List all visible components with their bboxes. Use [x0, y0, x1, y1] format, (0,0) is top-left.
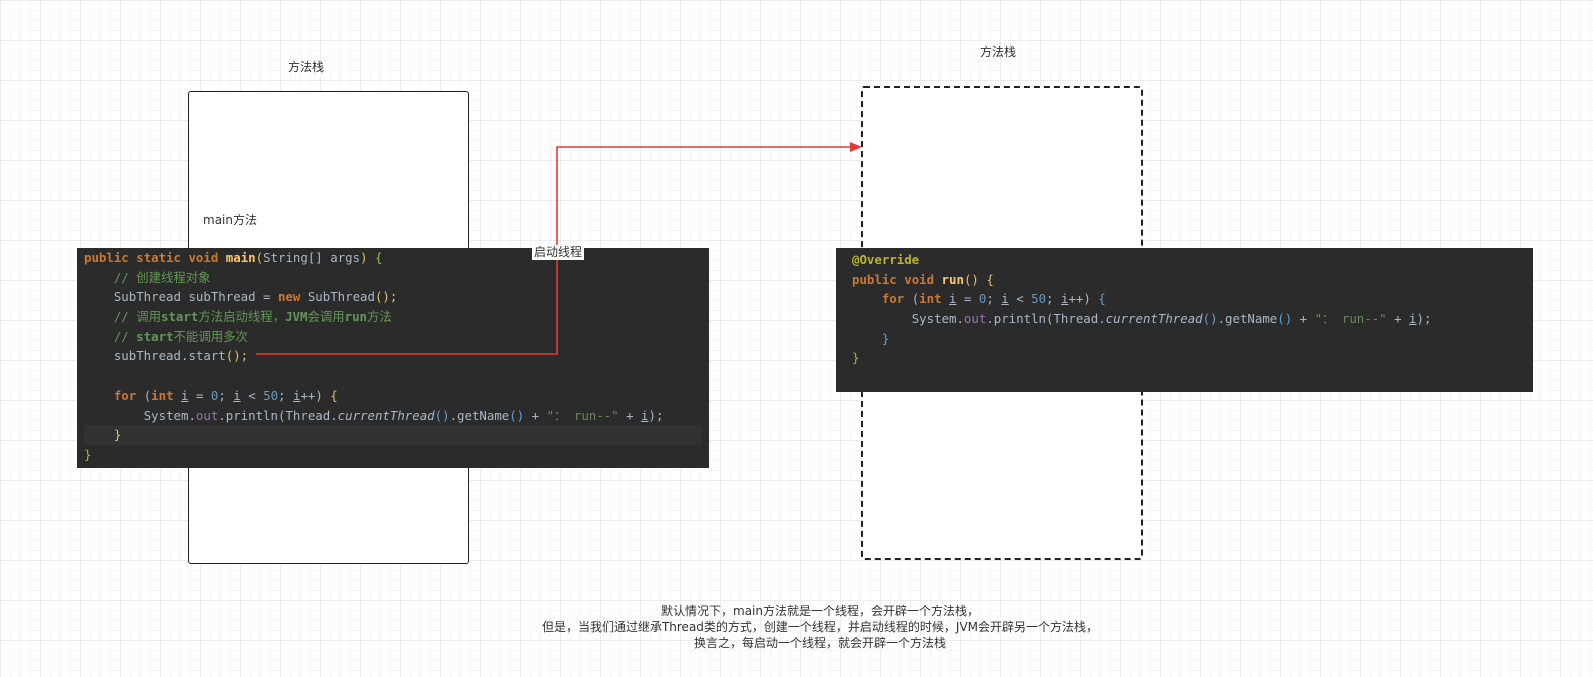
start-thread-label: 启动线程	[532, 245, 585, 260]
caption: 默认情况下，main方法就是一个线程，会开辟一个方法栈， 但是，当我们通过继承T…	[300, 603, 1340, 651]
caption-line-2: 但是，当我们通过继承Thread类的方式，创建一个线程，并启动线程的时候，JVM…	[541, 620, 1099, 634]
caption-line-1: 默认情况下，main方法就是一个线程，会开辟一个方法栈，	[661, 604, 979, 618]
start-thread-arrow	[256, 142, 862, 355]
caption-line-3: 换言之，每启动一个线程，就会开辟一个方法栈	[693, 636, 946, 650]
arrow-head-icon	[850, 142, 862, 152]
